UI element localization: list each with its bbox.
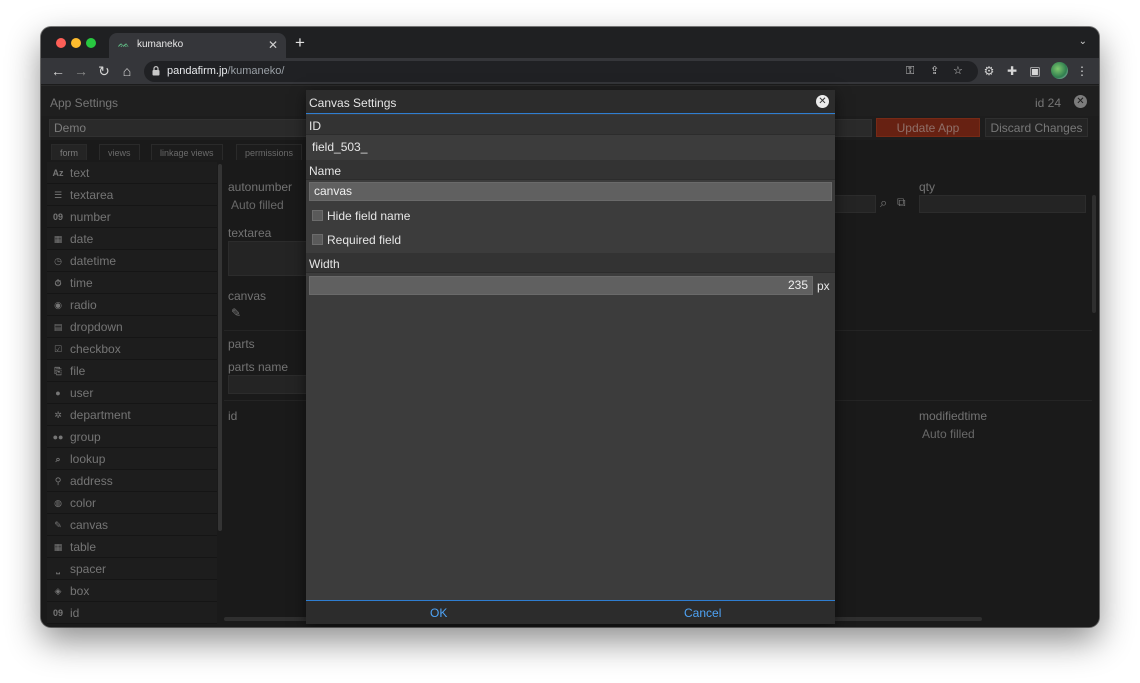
extension-gear-icon[interactable]: ⚙ <box>981 63 997 79</box>
width-input[interactable]: 235 <box>309 276 813 295</box>
more-menu-icon[interactable]: ⋮ <box>1074 63 1090 79</box>
minimize-window-button[interactable] <box>71 38 81 48</box>
required-field-checkbox[interactable] <box>312 234 323 245</box>
profile-avatar[interactable] <box>1051 62 1068 79</box>
width-section-label: Width <box>309 257 340 271</box>
dialog-title: Canvas Settings <box>309 96 397 110</box>
url-text: pandafirm.jp/kumaneko/ <box>167 65 284 77</box>
favicon-icon: ᨐ <box>118 39 130 50</box>
dialog-header: Canvas Settings ✕ <box>306 90 835 114</box>
id-section-label: ID <box>309 119 321 133</box>
maximize-window-button[interactable] <box>86 38 96 48</box>
browser-tab[interactable]: ᨐ kumaneko ✕ <box>109 33 286 58</box>
tab-strip: ᨐ kumaneko ✕ + ⌄ <box>41 27 1099 58</box>
key-icon[interactable]: ⚿ <box>906 64 914 78</box>
close-window-button[interactable] <box>56 38 66 48</box>
new-tab-icon[interactable]: + <box>295 34 305 52</box>
width-section-header: Width <box>306 253 835 273</box>
name-section-label: Name <box>309 164 342 178</box>
hide-field-name-label: Hide field name <box>327 209 411 223</box>
browser-toolbar: ← → ↻ ⌂ pandafirm.jp/kumaneko/ ⚿ ⇪ ☆ ⚙ ✚… <box>41 58 1099 85</box>
close-dialog-icon[interactable]: ✕ <box>816 95 829 108</box>
field-name-input[interactable]: canvas <box>309 182 832 201</box>
tab-search-icon[interactable]: ⌄ <box>1079 36 1087 47</box>
hide-field-name-checkbox[interactable] <box>312 210 323 221</box>
address-bar[interactable]: pandafirm.jp/kumaneko/ ⚿ ⇪ ☆ <box>144 61 978 82</box>
ok-button[interactable]: OK <box>430 606 447 620</box>
canvas-settings-dialog: Canvas Settings ✕ ID field_503_ Name can… <box>306 90 835 624</box>
back-icon[interactable]: ← <box>49 62 67 80</box>
field-id-value: field_503_ <box>312 140 368 154</box>
reload-icon[interactable]: ↻ <box>95 62 113 80</box>
lock-icon <box>152 66 160 76</box>
required-field-label: Required field <box>327 233 402 247</box>
side-panel-icon[interactable]: ▣ <box>1027 63 1043 79</box>
id-section-header: ID <box>306 115 835 135</box>
tab-title: kumaneko <box>137 39 184 50</box>
browser-window: ᨐ kumaneko ✕ + ⌄ ← → ↻ ⌂ pandafirm.jp/ku… <box>41 27 1099 627</box>
home-icon[interactable]: ⌂ <box>118 62 136 80</box>
bookmark-star-icon[interactable]: ☆ <box>953 64 963 78</box>
width-unit-label: px <box>817 279 830 293</box>
url-host: pandafirm.jp <box>167 65 228 77</box>
extensions-puzzle-icon[interactable]: ✚ <box>1004 63 1020 79</box>
forward-icon[interactable]: → <box>72 62 90 80</box>
name-section-header: Name <box>306 160 835 180</box>
url-path: /kumaneko/ <box>227 65 285 77</box>
dialog-footer: OK Cancel <box>306 600 835 624</box>
close-tab-icon[interactable]: ✕ <box>268 38 278 52</box>
share-icon[interactable]: ⇪ <box>930 64 939 78</box>
cancel-button[interactable]: Cancel <box>684 606 721 620</box>
